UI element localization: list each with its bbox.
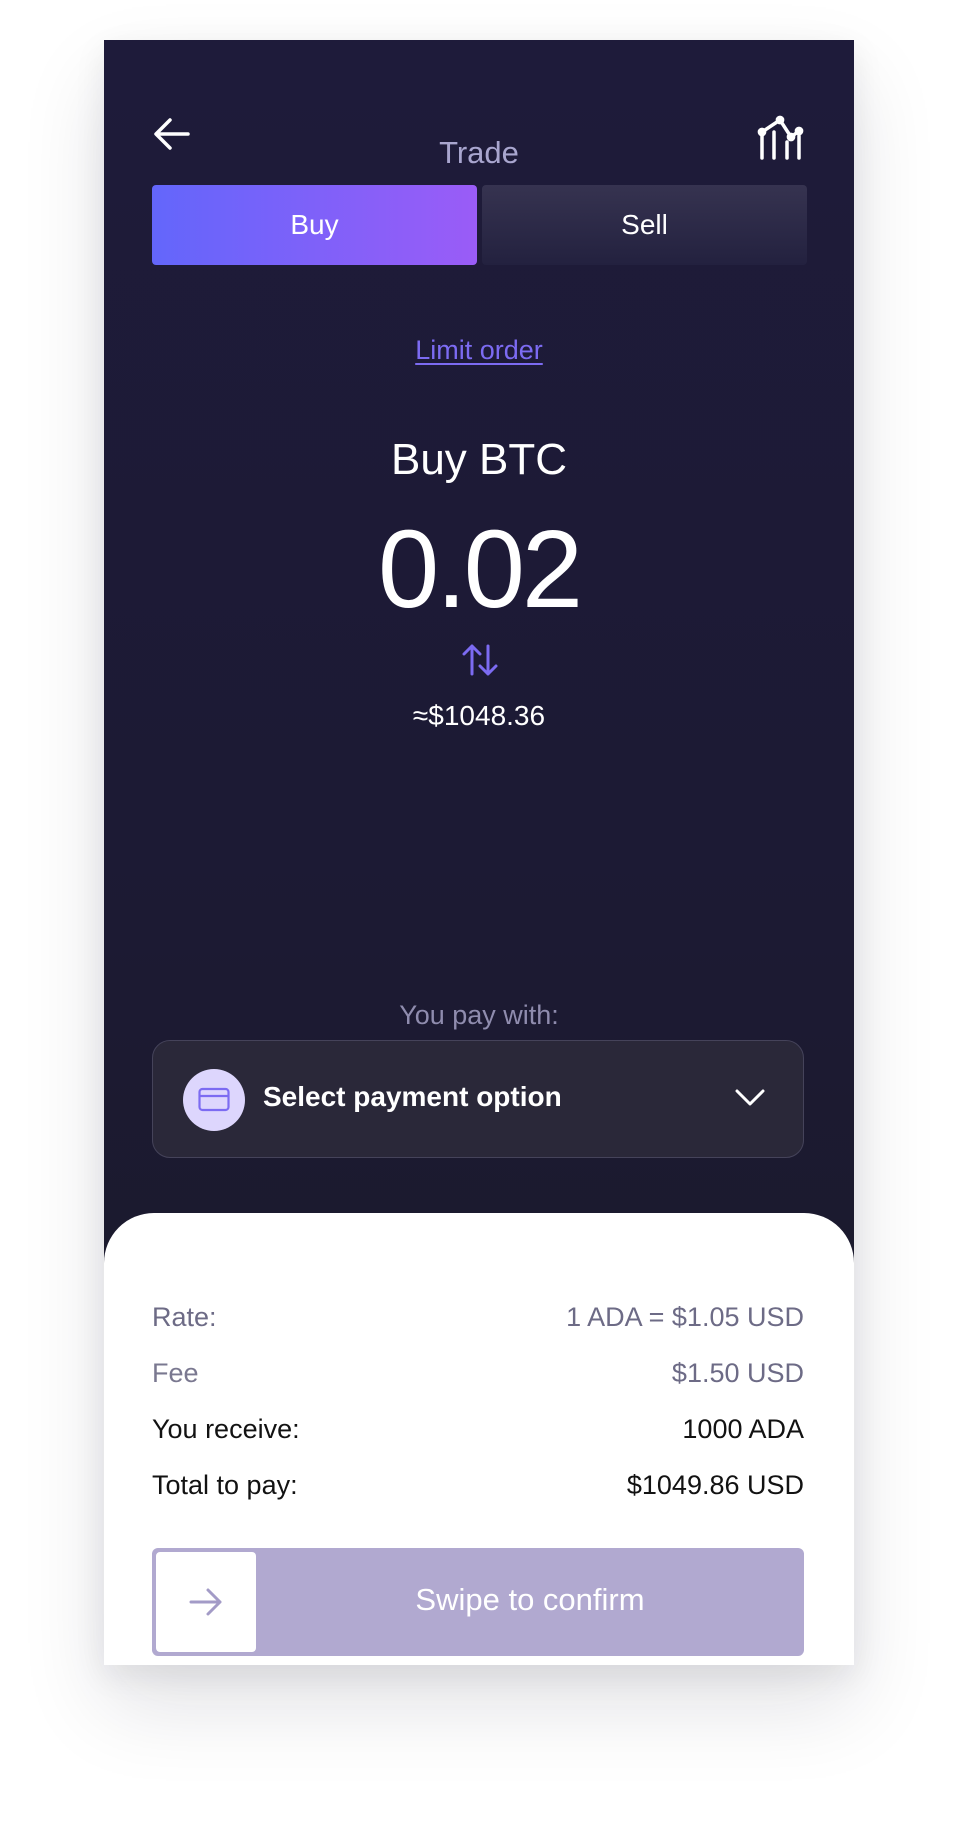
card-icon-badge xyxy=(183,1069,245,1131)
swap-arrows-icon xyxy=(462,644,498,676)
fee-value: $1.50 USD xyxy=(671,1358,804,1388)
chevron-down-icon xyxy=(735,1089,765,1106)
chart-button[interactable] xyxy=(754,112,806,164)
total-row: Total to pay: $1049.86 USD xyxy=(152,1470,804,1510)
order-heading: Buy BTC xyxy=(390,435,568,484)
arrow-right-icon xyxy=(189,1588,222,1616)
pay-with-label: You pay with: xyxy=(399,1000,559,1030)
top-bar: Trade xyxy=(104,40,854,190)
rate-value: 1 ADA = $1.05 USD xyxy=(566,1302,804,1332)
limit-order-link[interactable]: Limit order xyxy=(415,335,543,365)
fee-row: Fee $1.50 USD xyxy=(152,1358,804,1398)
rate-label: Rate: xyxy=(152,1302,217,1332)
fiat-equivalent: ≈$1048.36 xyxy=(412,700,546,731)
chart-line-icon xyxy=(757,115,804,160)
swipe-to-confirm-track[interactable]: Swipe to confirm xyxy=(152,1548,804,1656)
receive-row: You receive: 1000 ADA xyxy=(152,1414,804,1454)
order-amount[interactable]: 0.02 xyxy=(104,505,854,635)
payment-select-text: Select payment option xyxy=(263,1081,562,1112)
trade-screen: Trade Buy Sell Limit order Buy BTC 0.02 … xyxy=(104,40,854,1665)
swap-button[interactable] xyxy=(460,640,500,680)
credit-card-icon xyxy=(198,1087,230,1112)
swipe-to-confirm-label: Swipe to confirm xyxy=(415,1582,645,1617)
tab-buy[interactable]: Buy xyxy=(152,185,477,265)
rate-row: Rate: 1 ADA = $1.05 USD xyxy=(152,1302,804,1342)
payment-option-select[interactable]: Select payment option xyxy=(152,1040,804,1158)
total-value: $1049.86 USD xyxy=(626,1470,804,1500)
limit-order-container: Limit order xyxy=(104,335,854,366)
fee-label: Fee xyxy=(152,1358,199,1388)
total-label: Total to pay: xyxy=(152,1470,298,1500)
tab-sell[interactable]: Sell xyxy=(482,185,807,265)
swipe-handle[interactable] xyxy=(156,1552,256,1652)
receive-label: You receive: xyxy=(152,1414,300,1444)
page-title: Trade xyxy=(439,135,519,170)
receive-value: 1000 ADA xyxy=(682,1414,804,1444)
